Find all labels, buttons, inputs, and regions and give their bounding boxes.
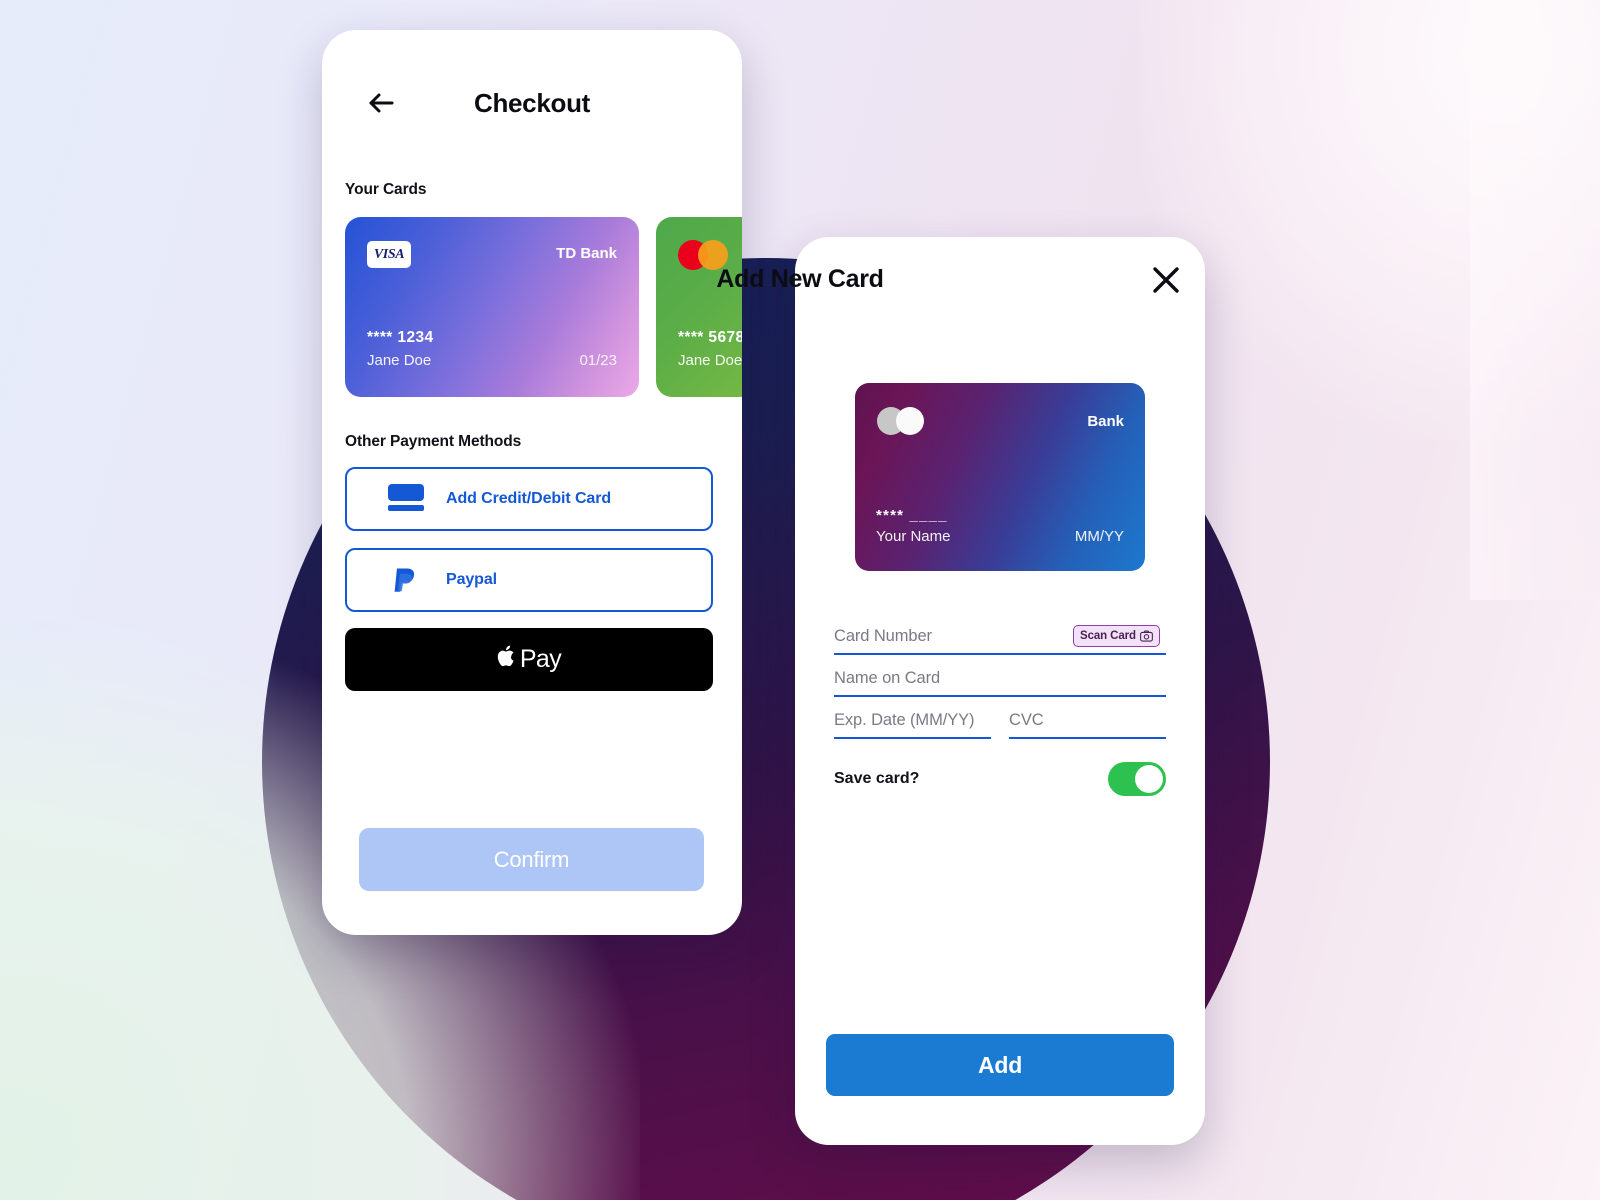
cvc-input[interactable]: CVC [1009, 707, 1166, 739]
card-number-placeholder: Card Number [834, 627, 932, 645]
card-holder-name: Jane Doe [678, 352, 742, 369]
saved-card-visa[interactable]: VISA TD Bank **** 1234 Jane Doe 01/23 [345, 217, 639, 397]
new-card-preview: Bank **** ____ Your Name MM/YY [855, 383, 1145, 571]
background-tint-seam [1470, 0, 1600, 600]
scan-card-label: Scan Card [1080, 630, 1136, 642]
add-card-title: Add New Card [716, 265, 884, 293]
background-tint-white [1140, 0, 1600, 440]
expiry-date-input[interactable]: Exp. Date (MM/YY) [834, 707, 991, 739]
paypal-label: Paypal [446, 571, 497, 588]
confirm-button[interactable]: Confirm [359, 828, 704, 891]
save-card-row: Save card? [834, 762, 1166, 798]
paypal-icon [388, 565, 432, 595]
save-card-toggle[interactable] [1108, 762, 1166, 796]
visa-logo-text: VISA [373, 246, 405, 262]
cvc-placeholder: CVC [1009, 711, 1044, 729]
paypal-button[interactable]: Paypal [345, 548, 713, 612]
visa-logo-icon: VISA [367, 241, 411, 268]
saved-card-mastercard[interactable]: **** 5678 Jane Doe [656, 217, 742, 397]
card-holder-name: Jane Doe [367, 352, 432, 369]
name-on-card-input[interactable]: Name on Card [834, 665, 1166, 697]
close-icon[interactable] [1148, 262, 1184, 298]
scan-card-button[interactable]: Scan Card [1073, 625, 1160, 647]
add-credit-debit-card-button[interactable]: Add Credit/Debit Card [345, 467, 713, 531]
apple-pay-button[interactable]: Pay [345, 628, 713, 691]
saved-cards-carousel[interactable]: VISA TD Bank **** 1234 Jane Doe 01/23 **… [345, 217, 742, 397]
other-payment-methods-label: Other Payment Methods [345, 433, 522, 450]
apple-pay-label: Pay [519, 645, 562, 673]
apple-logo-icon [497, 644, 517, 675]
expiry-date-placeholder: Exp. Date (MM/YY) [834, 711, 975, 729]
toggle-knob [1135, 765, 1163, 793]
add-button[interactable]: Add [826, 1034, 1174, 1096]
save-card-label: Save card? [834, 770, 920, 787]
app-canvas: Checkout Your Cards VISA TD Bank **** 12… [0, 0, 1600, 1200]
two-circles-icon [877, 407, 927, 435]
your-cards-label: Your Cards [345, 181, 427, 198]
add-button-label: Add [977, 1051, 1023, 1078]
card-number: **** 5678 [678, 329, 742, 346]
card-bank-name: TD Bank [556, 245, 617, 262]
camera-icon [1140, 630, 1153, 642]
preview-bank-name: Bank [1087, 413, 1124, 430]
preview-card-number: **** ____ [876, 507, 948, 524]
preview-card-name: Your Name [876, 528, 951, 545]
preview-card-expiry: MM/YY [1074, 528, 1124, 545]
name-on-card-placeholder: Name on Card [834, 669, 941, 687]
confirm-button-label: Confirm [493, 846, 570, 872]
card-expiry: 01/23 [579, 352, 617, 369]
card-number: **** 1234 [367, 329, 434, 346]
add-credit-debit-card-label: Add Credit/Debit Card [446, 490, 612, 507]
page-title: Checkout [473, 88, 591, 118]
credit-card-icon [376, 484, 432, 514]
